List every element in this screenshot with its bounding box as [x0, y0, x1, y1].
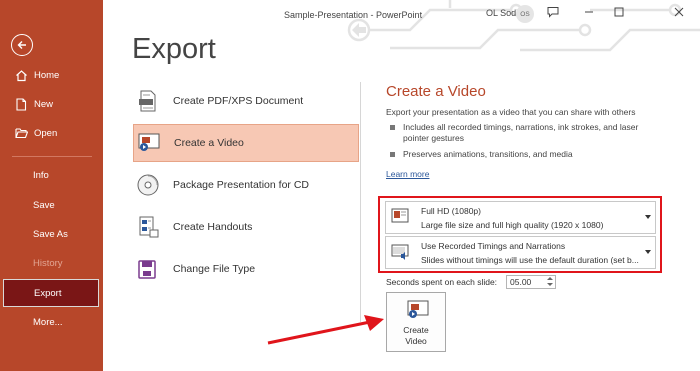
- sidebar-item-export[interactable]: Export: [3, 279, 99, 307]
- new-document-icon: [14, 97, 28, 111]
- dropdown-subtitle: Slides without timings will use the defa…: [421, 255, 639, 265]
- bullet-text: Includes all recorded timings, narration…: [403, 122, 639, 143]
- dropdown-subtitle: Large file size and full high quality (1…: [421, 220, 604, 230]
- sidebar-item-label: Export: [34, 287, 62, 299]
- folder-open-icon: [14, 126, 28, 140]
- panel-description: Export your presentation as a video that…: [386, 107, 636, 117]
- window-title: Sample-Presentation - PowerPoint: [284, 10, 423, 20]
- sidebar-item-label: Open: [34, 127, 58, 139]
- export-option-change-file-type[interactable]: Change File Type: [133, 250, 359, 288]
- sidebar-divider: [12, 156, 92, 157]
- sidebar-item-home[interactable]: Home: [0, 61, 103, 89]
- bullet-text: Preserves animations, transitions, and m…: [403, 149, 573, 159]
- backstage-sidebar: Home New Open Info Save Save As History …: [0, 0, 103, 371]
- sidebar-item-label: Info: [33, 169, 49, 181]
- sidebar-item-info[interactable]: Info: [0, 161, 103, 189]
- video-quality-icon: [391, 208, 409, 226]
- panel-bullet: Preserves animations, transitions, and m…: [390, 149, 660, 160]
- sidebar-item-save-as[interactable]: Save As: [0, 220, 103, 248]
- comments-icon[interactable]: [545, 4, 561, 20]
- video-icon: [137, 131, 161, 155]
- avatar[interactable]: OS: [516, 5, 534, 23]
- export-option-label: Change File Type: [173, 263, 256, 275]
- export-option-handouts[interactable]: Create Handouts: [133, 208, 359, 246]
- sidebar-item-history: History: [0, 249, 103, 277]
- sidebar-item-label: New: [34, 98, 54, 110]
- maximize-icon[interactable]: [611, 4, 627, 20]
- page-title: Export: [132, 33, 216, 65]
- sidebar-item-new[interactable]: New: [0, 90, 103, 118]
- panel-title: Create a Video: [386, 83, 486, 100]
- timings-dropdown[interactable]: Use Recorded Timings and Narrations Slid…: [385, 236, 656, 269]
- export-option-pdf-xps[interactable]: Create PDF/XPS Document: [133, 82, 359, 120]
- sidebar-item-label: Home: [34, 69, 60, 81]
- export-option-create-video[interactable]: Create a Video: [133, 124, 359, 162]
- panel-divider: [360, 82, 361, 322]
- annotation-arrow-icon: [267, 315, 384, 345]
- sidebar-item-label: More...: [33, 316, 63, 328]
- export-option-label: Create Handouts: [173, 221, 253, 233]
- close-icon[interactable]: [671, 4, 687, 20]
- create-video-button[interactable]: Create Video: [386, 292, 446, 352]
- sidebar-item-label: Save As: [33, 228, 68, 240]
- create-video-icon: [407, 300, 429, 320]
- export-option-label: Package Presentation for CD: [173, 179, 309, 191]
- title-bar: Sample-Presentation - PowerPoint OL Sodi…: [103, 0, 700, 28]
- chevron-down-icon: [645, 215, 651, 219]
- minimize-icon[interactable]: [581, 4, 597, 20]
- sidebar-item-label: History: [33, 257, 63, 269]
- cd-icon: [136, 173, 160, 197]
- file-type-icon: [136, 257, 160, 281]
- sidebar-item-open[interactable]: Open: [0, 119, 103, 147]
- sidebar-item-save[interactable]: Save: [0, 191, 103, 219]
- sidebar-item-more[interactable]: More...: [0, 308, 103, 336]
- seconds-spinner[interactable]: [546, 276, 554, 288]
- timings-narration-icon: [391, 243, 409, 261]
- back-arrow-icon[interactable]: [11, 34, 33, 56]
- export-option-package-cd[interactable]: Package Presentation for CD: [133, 166, 359, 204]
- panel-bullet: Includes all recorded timings, narration…: [390, 122, 660, 144]
- home-icon: [14, 68, 28, 82]
- create-button-label-line2: Video: [405, 336, 427, 346]
- pdf-xps-icon: [136, 89, 160, 113]
- export-option-label: Create a Video: [174, 137, 244, 149]
- seconds-label: Seconds spent on each slide:: [386, 277, 498, 287]
- export-option-label: Create PDF/XPS Document: [173, 95, 304, 107]
- spin-down-icon[interactable]: [547, 283, 553, 286]
- video-quality-dropdown[interactable]: Full HD (1080p) Large file size and full…: [385, 201, 656, 234]
- bullet-marker: [390, 125, 395, 130]
- dropdown-title: Full HD (1080p): [421, 206, 481, 216]
- chevron-down-icon: [645, 250, 651, 254]
- dropdown-title: Use Recorded Timings and Narrations: [421, 241, 566, 251]
- sidebar-item-label: Save: [33, 199, 55, 211]
- create-button-label-line1: Create: [403, 325, 429, 335]
- learn-more-link[interactable]: Learn more: [386, 169, 429, 179]
- bullet-marker: [390, 152, 395, 157]
- spin-up-icon[interactable]: [547, 277, 553, 280]
- handouts-icon: [136, 215, 160, 239]
